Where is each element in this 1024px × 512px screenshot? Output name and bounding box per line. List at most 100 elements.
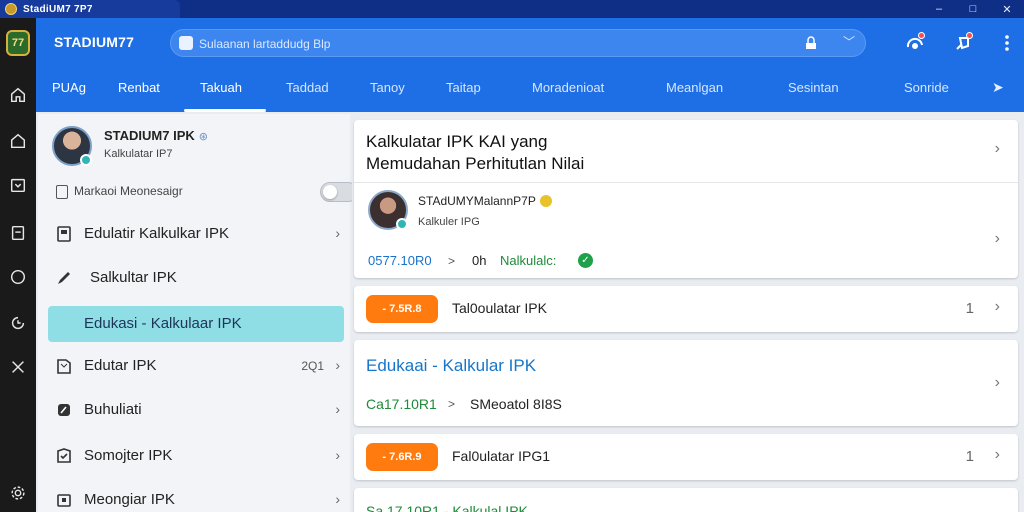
home-icon[interactable]	[7, 84, 29, 106]
menu-item-meongiar[interactable]: Meongiar IPK ›	[48, 482, 344, 512]
verified-icon: ⊛	[198, 131, 208, 143]
item-card-1[interactable]: - 7.5R.8 Tal0oulatar IPK 1 ›	[354, 286, 1018, 332]
rocket-icon[interactable]	[952, 32, 974, 54]
title-bar: StadiUM7 7P7 – □ ✕	[0, 0, 1024, 18]
green-label: Nalkulalc:	[500, 253, 557, 268]
avatar	[52, 126, 92, 166]
tab-meanlgan[interactable]: Meanlgan	[666, 80, 723, 95]
shield-icon	[57, 448, 71, 463]
bookmark-icon	[56, 185, 68, 199]
author-subtitle: Kalkuler IPG	[418, 216, 480, 228]
profile-card[interactable]: STADIUM7 IPK ⊛ Kalkulatar IP7	[52, 126, 342, 174]
tools-icon[interactable]	[7, 356, 29, 378]
settings-gear-icon[interactable]	[7, 482, 29, 504]
post-title-line1: Kalkulatar IPK KAI yang	[366, 132, 548, 151]
chevron-right-icon[interactable]: ›	[995, 298, 1000, 316]
chevron-right-icon: ›	[335, 225, 340, 241]
menu-item-label: Somojter IPK	[84, 447, 173, 464]
chevron-right-icon: ›	[335, 447, 340, 463]
menu-item-label: Edutar IPK	[84, 357, 157, 374]
history-icon[interactable]	[7, 312, 29, 334]
chevron-right-icon: ›	[335, 401, 340, 417]
menu-item-label: Buhuliati	[84, 401, 142, 418]
window-title: StadiUM7 7P7	[23, 3, 93, 15]
item-card-2[interactable]: Edukaai - Kalkular IPK › Ca17.10R1 > SMe…	[354, 340, 1018, 426]
card-divider	[354, 182, 1018, 183]
minimize-icon[interactable]: –	[922, 0, 956, 18]
menu-item-edutar[interactable]: Edutar IPK 2Q1 ›	[48, 348, 344, 384]
online-badge	[80, 154, 92, 166]
content-area: Kalkulatar IPK KAI yang Memudahan Perhit…	[352, 114, 1024, 512]
tab-takuah[interactable]: Takuah	[200, 80, 242, 95]
tab-moradenioat[interactable]: Moradenioat	[532, 80, 604, 95]
search-icon	[179, 36, 193, 50]
arrow-separator: >	[448, 397, 456, 411]
house-outline-icon[interactable]	[7, 130, 29, 152]
item-code[interactable]: Ca17.10R1	[366, 396, 437, 412]
item-label: Tal0oulatar IPK	[452, 300, 547, 316]
chevron-right-icon: ›	[335, 491, 340, 507]
close-icon[interactable]: ✕	[990, 0, 1024, 18]
search-input[interactable]	[199, 35, 759, 53]
tab-taddad[interactable]: Taddad	[286, 80, 329, 95]
app-window: StadiUM7 7P7 – □ ✕ 77 STADIUM77 Sulaanan…	[0, 0, 1024, 512]
item-count: 1	[965, 300, 974, 317]
gauge-icon	[58, 404, 70, 416]
item-card-4-partial[interactable]: Sa 17.10R1 - Kalkulal IPK	[354, 488, 1018, 512]
item-label: Fal0ulatar IPG1	[452, 448, 551, 464]
menu-item-somojter[interactable]: Somojter IPK ›	[48, 438, 344, 474]
top-header: STADIUM77 ﹀	[36, 18, 1024, 68]
chevron-right-icon[interactable]: ›	[995, 140, 1000, 158]
more-vertical-icon[interactable]	[996, 32, 1018, 54]
calendar-icon[interactable]	[7, 174, 29, 196]
chevron-right-icon[interactable]: ›	[995, 446, 1000, 464]
item-peek-text: Sa 17.10R1 - Kalkulal IPK	[366, 503, 528, 512]
menu-item-edukasi-selected[interactable]: Edukasi - Kalkulaar IPK	[48, 306, 344, 342]
search-bar[interactable]: ﹀	[170, 29, 866, 57]
menu-item-label: Edulatir Kalkulkar IPK	[84, 225, 230, 242]
tab-tanoy[interactable]: Tanoy	[370, 80, 405, 95]
maximize-icon[interactable]: □	[956, 0, 990, 18]
chevron-right-icon[interactable]: ›	[995, 230, 1000, 248]
tab-taitap[interactable]: Taitap	[446, 80, 481, 95]
author-avatar[interactable]	[368, 190, 408, 230]
notification-icon[interactable]	[904, 32, 926, 54]
circle-icon[interactable]	[7, 266, 29, 288]
code-link[interactable]: 0577.10R0	[368, 253, 432, 268]
menu-item-edulatir[interactable]: Edulatir Kalkulkar IPK ›	[48, 216, 344, 252]
gold-badge-icon	[539, 195, 552, 207]
document-icon[interactable]	[7, 222, 29, 244]
tab-puag[interactable]: PUAg	[52, 80, 86, 95]
shield-logo-icon[interactable]: 77	[6, 30, 30, 56]
menu-item-buhuliati[interactable]: Buhuliati ›	[48, 392, 344, 428]
brand-title[interactable]: STADIUM77	[54, 34, 134, 50]
left-panel: STADIUM7 IPK ⊛ Kalkulatar IP7 Markaoi Meo…	[38, 114, 358, 512]
item-card-3[interactable]: - 7.6R.9 Fal0ulatar IPG1 1 ›	[354, 434, 1018, 480]
nav-more-arrow-icon[interactable]: ➤	[992, 79, 1004, 96]
toggle-row: Markaoi Meonesaigr	[56, 182, 358, 204]
author-name: STAdUMYMalannP7P	[418, 194, 552, 208]
calculator-icon	[57, 226, 71, 242]
item-count: 1	[965, 448, 974, 465]
app-shield-icon	[5, 3, 17, 15]
profile-subtitle: Kalkulatar IP7	[104, 148, 173, 160]
chevron-down-icon[interactable]: ﹀	[843, 33, 855, 50]
pencil-icon	[58, 272, 70, 284]
tab-sesintan[interactable]: Sesintan	[788, 80, 839, 95]
icon-rail: 77	[0, 18, 36, 512]
menu-item-salkultar[interactable]: Salkultar IPK	[48, 260, 344, 296]
item-title: Edukaai - Kalkular IPK	[366, 356, 537, 375]
nav-tabs: PUAg Renbat Takuah Taddad Tanoy Taitap M…	[36, 68, 1024, 112]
main-post-card[interactable]: Kalkulatar IPK KAI yang Memudahan Perhit…	[354, 120, 1018, 278]
lock-icon[interactable]	[803, 35, 819, 51]
post-title-line2: Memudahan Perhitutlan Nilai	[366, 154, 585, 173]
toggle-label: Markaoi Meonesaigr	[74, 184, 183, 198]
chevron-right-icon: ›	[335, 357, 340, 373]
tab-renbat[interactable]: Renbat	[118, 80, 160, 95]
tab-sonride[interactable]: Sonride	[904, 80, 949, 95]
chevron-right-icon[interactable]: ›	[995, 374, 1000, 392]
menu-item-label: Meongiar IPK	[84, 491, 175, 508]
menu-item-label: Salkultar IPK	[90, 269, 177, 286]
item-sublabel: SMeoatol 8I8S	[470, 396, 562, 412]
flag-icon	[57, 359, 71, 374]
